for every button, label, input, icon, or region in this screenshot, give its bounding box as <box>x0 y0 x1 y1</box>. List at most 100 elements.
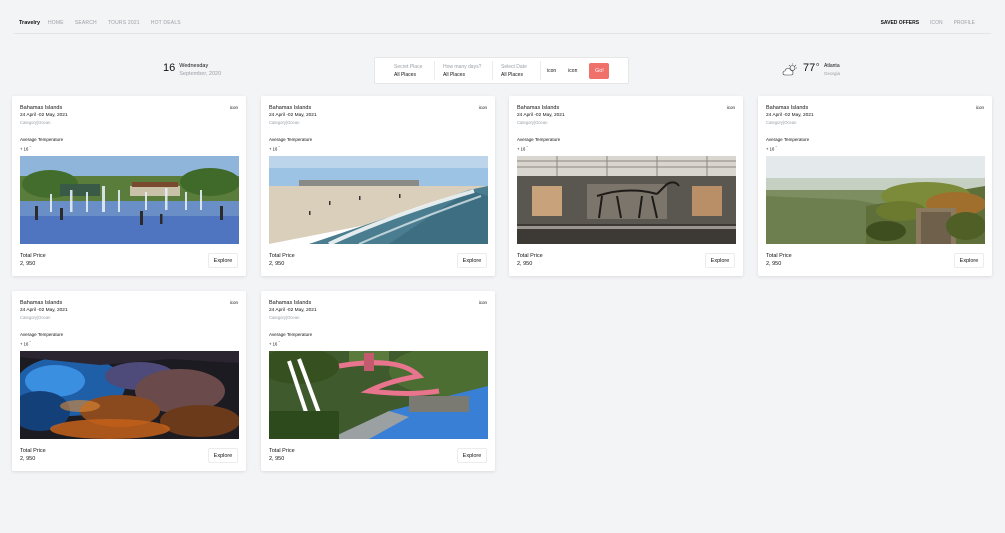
total-price-value: 2, 950 <box>517 261 533 267</box>
card-dates: 24 April -02 May, 2021 <box>20 308 68 313</box>
card-dates: 24 April -02 May, 2021 <box>20 113 68 118</box>
date-value: All Places <box>501 71 523 78</box>
avg-temp-value: + 16 ° <box>20 145 31 152</box>
total-price-label: Total Price <box>517 253 543 259</box>
weather-state: Georgia <box>824 71 841 76</box>
card-photo <box>20 351 239 439</box>
go-button[interactable]: Go! <box>589 62 610 79</box>
card-title: Bahamas Islands <box>766 105 809 111</box>
days-value: All Places <box>443 71 465 78</box>
total-price-value: 2, 950 <box>269 456 285 462</box>
partly-cloudy-icon <box>782 63 797 76</box>
card-category: Category|Ocean <box>20 315 51 320</box>
card-category: Category|Ocean <box>269 315 300 320</box>
avg-temp-label: Average Temperature <box>269 137 313 142</box>
card-category: Category|Ocean <box>20 120 51 125</box>
avg-temp-label: Average Temperature <box>269 332 313 337</box>
card-dates: 24 April -02 May, 2021 <box>766 113 814 118</box>
nav-icon[interactable]: ICON <box>930 20 943 26</box>
avg-temp-label: Average Temperature <box>766 137 810 142</box>
card-icon[interactable]: icon <box>230 300 238 305</box>
user-nav: SAVED OFFERS ICON PROFILE <box>870 20 975 26</box>
nav-saved-offers[interactable]: SAVED OFFERS <box>881 20 920 26</box>
card-photo <box>269 351 488 439</box>
secret-place-label: Secret Place <box>394 63 423 70</box>
search-icon-1[interactable]: icon <box>541 68 562 74</box>
date-day: 16 <box>163 62 176 74</box>
explore-button[interactable]: Explore <box>954 253 984 268</box>
brand-logo[interactable]: Travelry <box>19 20 40 26</box>
avg-temp-label: Average Temperature <box>20 137 64 142</box>
avg-temp-value: + 16 ° <box>20 340 31 347</box>
card-icon[interactable]: icon <box>727 105 735 110</box>
tour-card[interactable]: Bahamas Islands icon 24 April -02 May, 2… <box>12 291 246 471</box>
card-title: Bahamas Islands <box>20 300 63 306</box>
card-dates: 24 April -02 May, 2021 <box>517 113 565 118</box>
explore-button[interactable]: Explore <box>457 253 487 268</box>
tour-card[interactable]: Bahamas Islands icon 24 April -02 May, 2… <box>509 96 743 276</box>
avg-temp-value: + 16 ° <box>517 145 528 152</box>
total-price-label: Total Price <box>269 253 295 259</box>
nav-home[interactable]: HOME <box>48 20 64 26</box>
card-title: Bahamas Islands <box>269 300 312 306</box>
total-price-label: Total Price <box>766 253 792 259</box>
card-title: Bahamas Islands <box>517 105 560 111</box>
card-photo <box>766 156 985 244</box>
weather-city: Atlanta <box>824 63 840 69</box>
secret-place-field[interactable]: Secret Place All Places <box>375 61 435 80</box>
card-photo <box>269 156 488 244</box>
total-price-label: Total Price <box>269 448 295 454</box>
search-icon-2[interactable]: icon <box>562 68 583 74</box>
card-icon[interactable]: icon <box>479 300 487 305</box>
date-weekday: Wednesday <box>179 63 209 69</box>
card-dates: 24 April -02 May, 2021 <box>269 113 317 118</box>
date-display: 16 Wednesday September, 2020 <box>163 62 221 78</box>
explore-button[interactable]: Explore <box>705 253 735 268</box>
weather-widget: 77 o Atlanta Georgia <box>782 62 840 78</box>
card-icon[interactable]: icon <box>230 105 238 110</box>
avg-temp-label: Average Temperature <box>20 332 64 337</box>
nav-tours[interactable]: TOURS 2021 <box>108 20 140 26</box>
main-nav: HOME SEARCH TOURS 2021 HOT DEALS <box>48 20 192 26</box>
card-title: Bahamas Islands <box>20 105 63 111</box>
card-category: Category|Ocean <box>517 120 548 125</box>
total-price-label: Total Price <box>20 253 46 259</box>
date-field[interactable]: Select Date All Places <box>493 61 541 80</box>
nav-hot-deals[interactable]: HOT DEALS <box>151 20 181 26</box>
degree-symbol: o <box>816 62 820 68</box>
total-price-label: Total Price <box>20 448 46 454</box>
explore-button[interactable]: Explore <box>208 448 238 463</box>
temperature: 77 <box>803 62 816 74</box>
total-price-value: 2, 950 <box>20 456 36 462</box>
search-bar: Secret Place All Places How many days? A… <box>374 57 629 84</box>
card-category: Category|Ocean <box>269 120 300 125</box>
avg-temp-value: + 16 ° <box>269 145 280 152</box>
card-icon[interactable]: icon <box>479 105 487 110</box>
top-navbar: Travelry HOME SEARCH TOURS 2021 HOT DEAL… <box>0 0 1005 34</box>
total-price-value: 2, 950 <box>269 261 285 267</box>
card-dates: 24 April -02 May, 2021 <box>269 308 317 313</box>
avg-temp-label: Average Temperature <box>517 137 561 142</box>
date-label: Select Date <box>501 63 527 70</box>
tour-card[interactable]: Bahamas Islands icon 24 April -02 May, 2… <box>758 96 992 276</box>
total-price-value: 2, 950 <box>766 261 782 267</box>
tour-card[interactable]: Bahamas Islands icon 24 April -02 May, 2… <box>261 96 495 276</box>
tour-card[interactable]: Bahamas Islands icon 24 April -02 May, 2… <box>261 291 495 471</box>
card-icon[interactable]: icon <box>976 105 984 110</box>
days-field[interactable]: How many days? All Places <box>435 61 493 80</box>
nav-search[interactable]: SEARCH <box>75 20 97 26</box>
nav-divider <box>14 33 991 34</box>
card-title: Bahamas Islands <box>269 105 312 111</box>
tour-card[interactable]: Bahamas Islands icon 24 April -02 May, 2… <box>12 96 246 276</box>
nav-profile[interactable]: PROFILE <box>954 20 975 26</box>
avg-temp-value: + 16 ° <box>269 340 280 347</box>
card-photo <box>20 156 239 244</box>
explore-button[interactable]: Explore <box>208 253 238 268</box>
explore-button[interactable]: Explore <box>457 448 487 463</box>
total-price-value: 2, 950 <box>20 261 36 267</box>
secret-place-value: All Places <box>394 71 416 78</box>
avg-temp-value: + 16 ° <box>766 145 777 152</box>
card-category: Category|Ocean <box>766 120 797 125</box>
days-label: How many days? <box>443 63 482 70</box>
date-month-year: September, 2020 <box>179 71 222 77</box>
